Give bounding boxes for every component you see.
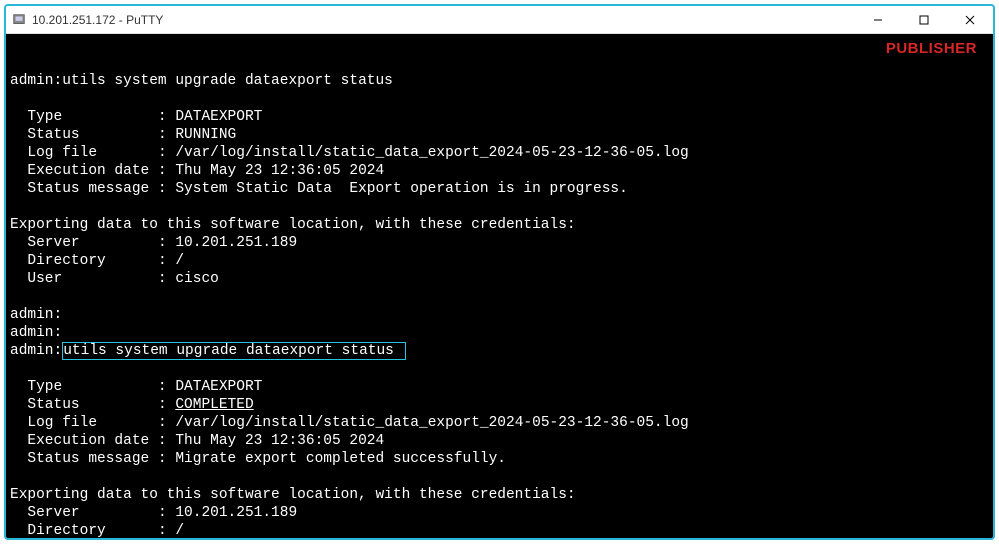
directory-label: Directory (27, 523, 105, 538)
type-label: Type (27, 379, 62, 395)
status-value-completed: COMPLETED (175, 397, 253, 413)
publisher-badge: PUBLISHER (886, 40, 977, 58)
directory-label: Directory (27, 253, 105, 269)
user-label: User (27, 271, 62, 287)
user-value: cisco (175, 271, 219, 287)
highlighted-command: utils system upgrade dataexport status (62, 342, 405, 360)
statusmsg-label: Status message (27, 181, 149, 197)
prompt: admin: (10, 307, 62, 323)
statusmsg-value: System Static Data Export operation is i… (175, 181, 627, 197)
execdate-value: Thu May 23 12:36:05 2024 (175, 163, 384, 179)
server-value: 10.201.251.189 (175, 235, 297, 251)
logfile-value: /var/log/install/static_data_export_2024… (175, 145, 688, 161)
putty-icon (12, 13, 26, 27)
status-value: RUNNING (175, 127, 236, 143)
titlebar: 10.201.251.172 - PuTTY (6, 6, 993, 34)
status-label: Status (27, 397, 79, 413)
execdate-label: Execution date (27, 163, 149, 179)
export-heading: Exporting data to this software location… (10, 217, 576, 233)
logfile-label: Log file (27, 145, 97, 161)
execdate-label: Execution date (27, 433, 149, 449)
statusmsg-label: Status message (27, 451, 149, 467)
terminal-area[interactable]: PUBLISHER admin:utils system upgrade dat… (6, 34, 993, 538)
type-label: Type (27, 109, 62, 125)
prompt: admin: (10, 343, 62, 359)
directory-value: / (175, 523, 184, 538)
maximize-button[interactable] (901, 6, 947, 34)
statusmsg-value: Migrate export completed successfully. (175, 451, 506, 467)
window-title: 10.201.251.172 - PuTTY (32, 13, 163, 27)
prompt: admin: (10, 325, 62, 341)
type-value: DATAEXPORT (175, 109, 262, 125)
prompt: admin: (10, 73, 62, 89)
server-label: Server (27, 505, 79, 521)
type-value: DATAEXPORT (175, 379, 262, 395)
logfile-label: Log file (27, 415, 97, 431)
putty-window: 10.201.251.172 - PuTTY PUBLISHER admin:u… (4, 4, 995, 540)
logfile-value: /var/log/install/static_data_export_2024… (175, 415, 688, 431)
execdate-value: Thu May 23 12:36:05 2024 (175, 433, 384, 449)
close-button[interactable] (947, 6, 993, 34)
server-value: 10.201.251.189 (175, 505, 297, 521)
server-label: Server (27, 235, 79, 251)
directory-value: / (175, 253, 184, 269)
export-heading: Exporting data to this software location… (10, 487, 576, 503)
status-label: Status (27, 127, 79, 143)
minimize-button[interactable] (855, 6, 901, 34)
command-text: utils system upgrade dataexport status (62, 73, 393, 89)
